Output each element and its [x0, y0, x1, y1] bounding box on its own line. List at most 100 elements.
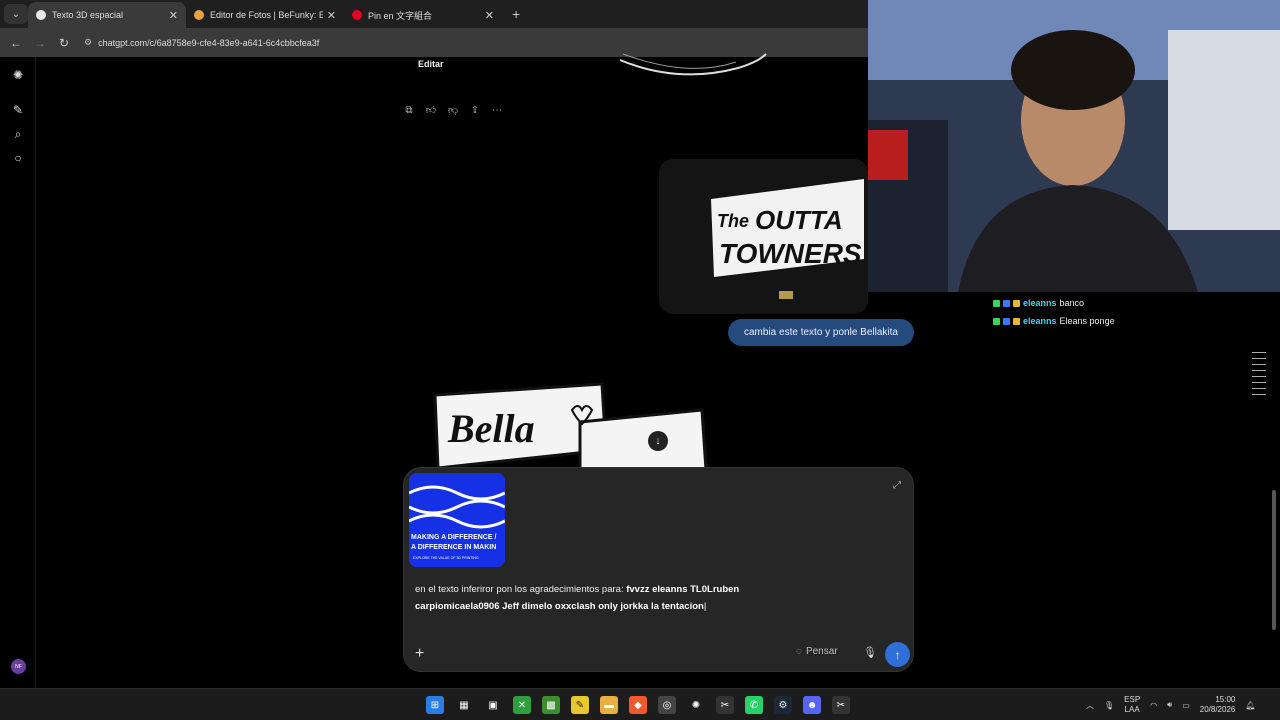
clock-time: 15:00 [1215, 695, 1236, 704]
tab-pinterest[interactable]: Pin en 文字組合 ✕ [344, 2, 502, 28]
lang-layout: LAA [1124, 705, 1140, 714]
chat-line: eleanns Eleans ponge [993, 312, 1115, 330]
lightbulb-icon: ◌ [796, 646, 802, 657]
tab-texto-3d[interactable]: Texto 3D espacial ✕ [28, 2, 186, 28]
badge-icon [1003, 299, 1010, 307]
svg-text:The: The [717, 211, 749, 231]
generated-image-bella[interactable]: Bella [430, 380, 710, 470]
copy-icon[interactable]: ⧉ [402, 103, 416, 117]
clock-date: 20/8/2026 [1199, 705, 1236, 714]
task-view-icon[interactable]: ▦ [455, 696, 473, 714]
tab-label: Texto 3D espacial [52, 10, 124, 20]
prompt-input[interactable]: en el texto inferiror pon los agradecimi… [415, 581, 795, 615]
attached-image[interactable]: MAKING A DIFFERENCE / A DIFFERENCE IN MA… [409, 473, 505, 567]
tab-label: Editor de Fotos | BeFunky: Edita [210, 10, 323, 20]
befunky-favicon-icon [194, 10, 204, 20]
chat-username: eleanns [1023, 316, 1057, 326]
outtatowners-logo: The OUTTA TOWNERS [659, 159, 868, 314]
chat-line: eleanns banco [993, 294, 1115, 312]
search-icon[interactable]: ⌕ [10, 126, 26, 142]
stream-chat: eleanns banco eleanns Eleans ponge [993, 294, 1115, 330]
file-explorer-icon[interactable]: ▬ [600, 696, 618, 714]
chatgpt-sidebar: ✺ ✎ ⌕ ○ NF [0, 57, 36, 687]
clock[interactable]: 15:00 20/8/2026 [1200, 695, 1236, 715]
language-indicator[interactable]: ESP LAA [1124, 695, 1140, 715]
whatsapp-icon[interactable]: ✆ [745, 696, 763, 714]
edit-button[interactable]: Editar [418, 59, 444, 69]
capcut-icon[interactable]: ✂ [716, 696, 734, 714]
reload-icon[interactable]: ↻ [52, 36, 76, 50]
expand-icon[interactable]: ⤢ [893, 480, 901, 491]
close-tab-icon[interactable]: ✕ [327, 9, 336, 22]
store-icon[interactable]: ▣ [484, 696, 502, 714]
microphone-icon[interactable]: 🎙︎ [863, 646, 877, 659]
notifications-icon[interactable]: 🔔︎ [1245, 701, 1255, 710]
new-chat-icon[interactable]: ✎ [10, 102, 26, 118]
chatgpt-app-icon[interactable]: ✺ [687, 696, 705, 714]
webcam-overlay [868, 0, 1280, 292]
user-message: cambia este texto y ponle Bellakita [728, 319, 914, 346]
badge-icon [993, 317, 1000, 325]
think-button[interactable]: ◌ Pensar [796, 646, 838, 657]
wifi-icon[interactable]: ◠ [1150, 701, 1157, 710]
lang-code: ESP [1124, 695, 1141, 704]
user-uploaded-image[interactable]: The OUTTA TOWNERS [659, 159, 868, 314]
library-icon[interactable]: ○ [10, 150, 26, 166]
minecraft-icon[interactable]: ▩ [542, 696, 560, 714]
system-tray: ︿ 🎙︎ ESP LAA ◠ 🔊︎ ▭ 15:00 20/8/2026 🔔︎ [1086, 695, 1256, 715]
svg-text:OUTTA: OUTTA [755, 205, 843, 235]
badge-icon [1013, 317, 1020, 325]
scrollbar[interactable] [1272, 490, 1276, 630]
close-tab-icon[interactable]: ✕ [485, 9, 494, 22]
streamer-video [868, 0, 1280, 292]
avatar[interactable]: NF [11, 659, 26, 674]
url-field[interactable]: ⚙ chatgpt.com/c/6a8758e9-cfe4-83e9-a641-… [84, 37, 319, 48]
chat-message: banco [1059, 298, 1085, 308]
sticky-notes-icon[interactable]: ✎ [571, 696, 589, 714]
add-attachment-icon[interactable]: + [415, 645, 424, 663]
new-tab-icon[interactable]: + [512, 6, 520, 22]
pinterest-favicon-icon [352, 10, 362, 20]
chrome-icon[interactable]: ◎ [658, 696, 676, 714]
forward-icon[interactable]: → [28, 36, 52, 50]
chatgpt-favicon-icon [36, 10, 46, 20]
brave-icon[interactable]: ◆ [629, 696, 647, 714]
chatgpt-logo-icon[interactable]: ✺ [10, 67, 26, 83]
generated-image-top[interactable] [618, 50, 768, 82]
making-a-difference-graphic: MAKING A DIFFERENCE / A DIFFERENCE IN MA… [409, 473, 505, 567]
steam-icon[interactable]: ⚙ [774, 696, 792, 714]
chat-username: eleanns [1023, 298, 1057, 308]
thumbs-down-icon[interactable]: 👎︎ [446, 103, 460, 117]
page-outline-icon[interactable] [1252, 352, 1266, 400]
start-icon[interactable]: ⊞ [426, 696, 444, 714]
close-tab-icon[interactable]: ✕ [169, 9, 178, 22]
tab-label: Pin en 文字組合 [368, 10, 433, 21]
windows-taskbar: ⊞ ▦ ▣ ✕ ▩ ✎ ▬ ◆ ◎ ✺ ✂ ✆ ⚙ ☻ ✂ ︿ 🎙︎ ESP L… [0, 688, 1280, 720]
xbox-icon[interactable]: ✕ [513, 696, 531, 714]
share-icon[interactable]: ⇪ [468, 103, 482, 117]
thumbs-up-icon[interactable]: 👍︎ [424, 103, 438, 117]
chevron-up-icon[interactable]: ︿ [1086, 700, 1094, 711]
tab-search-dropdown[interactable]: ⌄ [4, 4, 28, 24]
capcut-icon-2[interactable]: ✂ [832, 696, 850, 714]
svg-text:EXPLORE THE VALUE OF 3D PRINTI: EXPLORE THE VALUE OF 3D PRINTING [413, 556, 479, 560]
scroll-down-button[interactable]: ↓ [648, 431, 668, 451]
chat-message: Eleans ponge [1059, 316, 1115, 326]
badge-icon [1003, 317, 1010, 325]
badge-icon [993, 299, 1000, 307]
svg-text:A DIFFERENCE IN MAKIN: A DIFFERENCE IN MAKIN [411, 544, 496, 551]
back-icon[interactable]: ← [4, 36, 28, 50]
discord-icon[interactable]: ☻ [803, 696, 821, 714]
message-composer: MAKING A DIFFERENCE / A DIFFERENCE IN MA… [403, 467, 914, 672]
battery-icon[interactable]: ▭ [1182, 701, 1190, 710]
badge-icon [1013, 299, 1020, 307]
microphone-tray-icon[interactable]: 🎙︎ [1104, 701, 1114, 710]
send-button[interactable]: ↑ [885, 642, 910, 667]
site-info-icon[interactable]: ⚙ [84, 37, 92, 48]
svg-text:Bella: Bella [447, 406, 535, 451]
more-options-icon[interactable]: ⋯ [490, 103, 504, 117]
svg-text:MAKING A DIFFERENCE /: MAKING A DIFFERENCE / [411, 534, 496, 541]
volume-icon[interactable]: 🔊︎ [1167, 700, 1172, 710]
tab-befunky[interactable]: Editor de Fotos | BeFunky: Edita ✕ [186, 2, 344, 28]
tab-bar: ⌄ Texto 3D espacial ✕ Editor de Fotos | … [0, 0, 868, 28]
